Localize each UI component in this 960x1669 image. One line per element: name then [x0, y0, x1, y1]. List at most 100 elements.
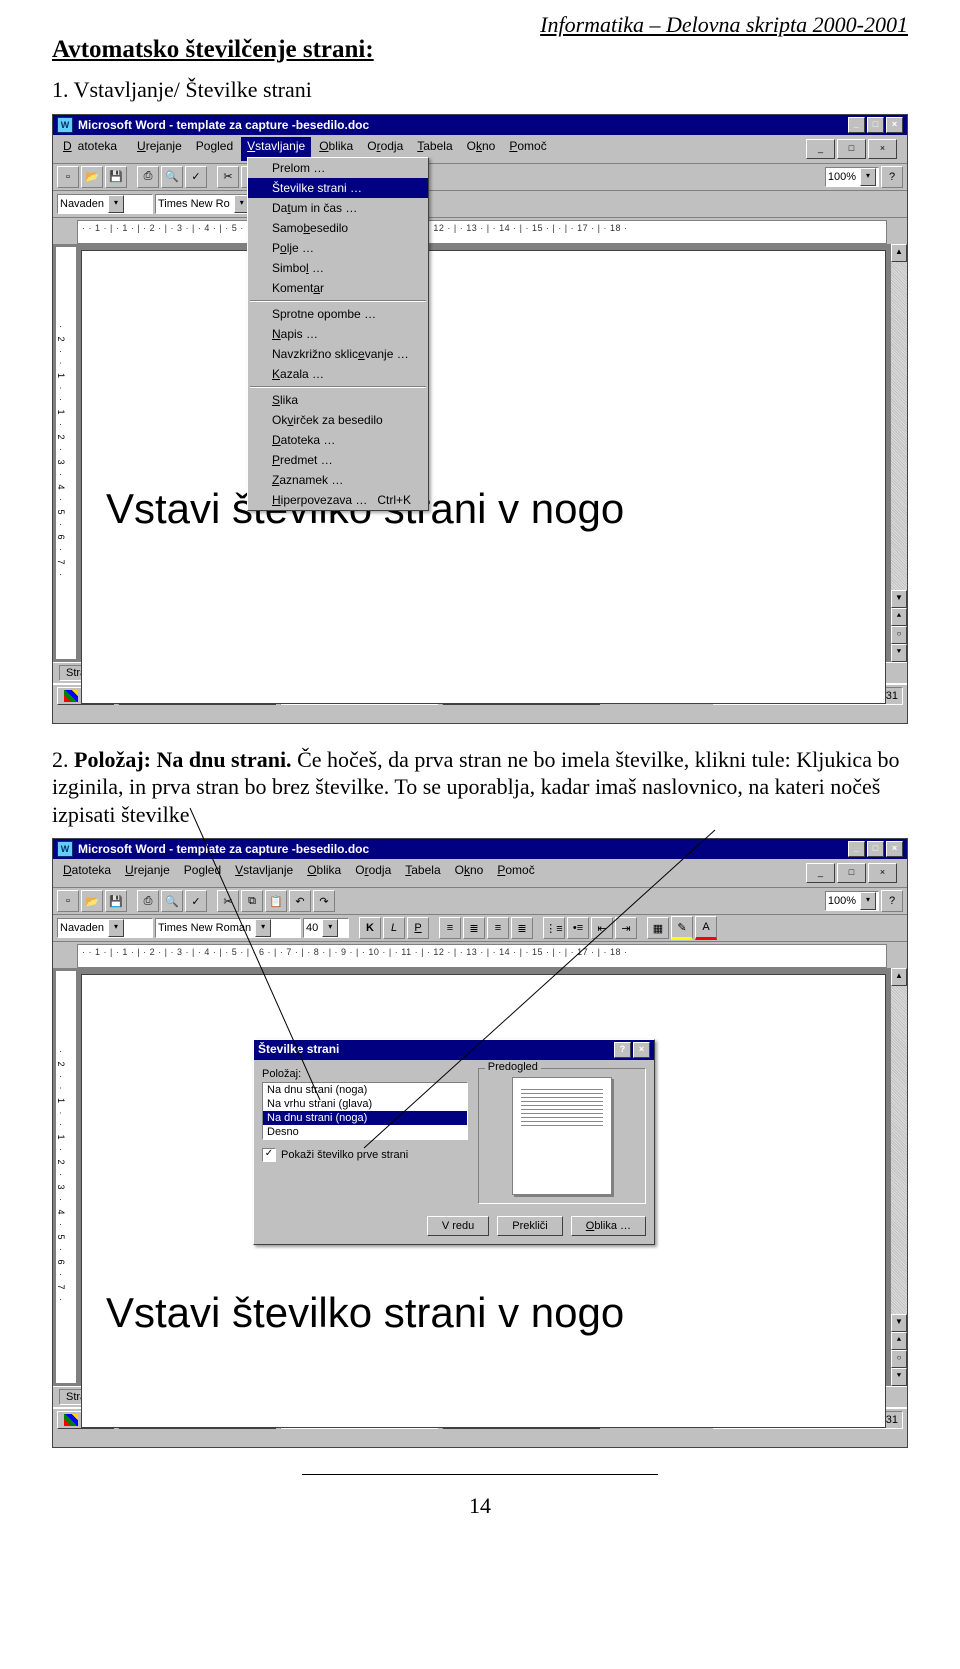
- nextpage-icon[interactable]: ⯆: [891, 644, 907, 662]
- list-item[interactable]: Na vrhu strani (glava): [263, 1097, 467, 1111]
- doc-minimize-button[interactable]: _: [806, 139, 835, 159]
- checkbox-first-page[interactable]: ✓ Pokaži številko prve strani: [262, 1148, 468, 1162]
- browse-icon[interactable]: ○: [891, 1350, 907, 1368]
- highlight-icon[interactable]: ✎: [671, 916, 693, 940]
- zoom-combo[interactable]: 100%▾: [825, 167, 879, 187]
- copy-icon[interactable]: ⧉: [241, 890, 263, 912]
- mi-predmet[interactable]: Predmet …: [248, 450, 428, 470]
- minimize-button[interactable]: _: [848, 841, 865, 857]
- close-button[interactable]: ×: [886, 841, 903, 857]
- menu-pomoc[interactable]: Pomoč: [503, 137, 552, 161]
- italic-icon[interactable]: L: [383, 917, 405, 939]
- save-icon[interactable]: 💾: [105, 166, 127, 188]
- dialog-help-button[interactable]: ?: [614, 1042, 631, 1058]
- list-item-selected[interactable]: Na dnu strani (noga): [263, 1111, 467, 1125]
- maximize-button[interactable]: □: [867, 841, 884, 857]
- mi-sprotne[interactable]: Sprotne opombe …: [248, 304, 428, 324]
- menu-orodja[interactable]: Orodja: [349, 861, 397, 885]
- nextpage-icon[interactable]: ⯆: [891, 1368, 907, 1386]
- borders-icon[interactable]: ▦: [647, 917, 669, 939]
- mi-slika[interactable]: Slika: [248, 390, 428, 410]
- doc-close-button[interactable]: ×: [868, 139, 897, 159]
- scroll-down-icon[interactable]: ▼: [891, 590, 907, 608]
- menu-vstavljanje[interactable]: Vstavljanje: [229, 861, 299, 885]
- mi-napis[interactable]: Napis …: [248, 324, 428, 344]
- cut-icon[interactable]: ✂: [217, 166, 239, 188]
- cut-icon[interactable]: ✂: [217, 890, 239, 912]
- list-item[interactable]: Na dnu strani (noga): [263, 1083, 467, 1097]
- preview-icon[interactable]: 🔍: [161, 166, 183, 188]
- vertical-scrollbar[interactable]: ▲ ▼ ⯅ ○ ⯆: [890, 244, 907, 662]
- dialog-close-button[interactable]: ×: [633, 1042, 650, 1058]
- mi-kazala[interactable]: Kazala …: [248, 364, 428, 384]
- paste-icon[interactable]: 📋: [265, 890, 287, 912]
- menu-urejanje[interactable]: Urejanje: [119, 861, 176, 885]
- align-right-icon[interactable]: ≡: [487, 917, 509, 939]
- align-left-icon[interactable]: ≡: [439, 917, 461, 939]
- mi-okvircek[interactable]: Okvirček za besedilo: [248, 410, 428, 430]
- ok-button[interactable]: V redu: [427, 1216, 489, 1236]
- help-icon[interactable]: ?: [881, 890, 903, 912]
- menu-okno[interactable]: Okno: [449, 861, 490, 885]
- menu-datoteka[interactable]: Datoteka: [57, 861, 117, 885]
- print-icon[interactable]: ⎙: [137, 166, 159, 188]
- align-justify-icon[interactable]: ≣: [511, 917, 533, 939]
- format-button[interactable]: Oblika …: [571, 1216, 646, 1236]
- menu-tabela[interactable]: Tabela: [399, 861, 446, 885]
- scroll-up-icon[interactable]: ▲: [891, 968, 907, 986]
- numbering-icon[interactable]: ⋮≡: [543, 917, 565, 939]
- scroll-down-icon[interactable]: ▼: [891, 1314, 907, 1332]
- mi-simbol[interactable]: Simbol …: [248, 258, 428, 278]
- menu-datoteka[interactable]: Datoteka: [57, 137, 129, 161]
- fontcolor-icon[interactable]: A: [695, 916, 717, 940]
- outdent-icon[interactable]: ⇤: [591, 917, 613, 939]
- prevpage-icon[interactable]: ⯅: [891, 1332, 907, 1350]
- preview-icon[interactable]: 🔍: [161, 890, 183, 912]
- menu-oblika[interactable]: Oblika: [301, 861, 347, 885]
- mi-stevilke-strani[interactable]: Številke strani …: [248, 178, 428, 198]
- zoom-combo[interactable]: 100%▾: [825, 891, 879, 911]
- indent-icon[interactable]: ⇥: [615, 917, 637, 939]
- spellcheck-icon[interactable]: ✓: [185, 166, 207, 188]
- style-combo[interactable]: Navaden▾: [57, 194, 153, 214]
- mi-polje[interactable]: Polje …: [248, 238, 428, 258]
- print-icon[interactable]: ⎙: [137, 890, 159, 912]
- fontsize-combo[interactable]: 40▾: [303, 918, 349, 938]
- style-combo[interactable]: Navaden▾: [57, 918, 153, 938]
- bold-icon[interactable]: K: [359, 917, 381, 939]
- doc-maximize-button[interactable]: □: [837, 863, 866, 883]
- font-combo[interactable]: Times New Roman▾: [155, 918, 301, 938]
- list-item[interactable]: Desno: [263, 1125, 467, 1139]
- underline-icon[interactable]: P: [407, 917, 429, 939]
- close-button[interactable]: ×: [886, 117, 903, 133]
- help-icon[interactable]: ?: [881, 166, 903, 188]
- menu-okno[interactable]: Okno: [461, 137, 502, 161]
- new-doc-icon[interactable]: ▫: [57, 890, 79, 912]
- prevpage-icon[interactable]: ⯅: [891, 608, 907, 626]
- mi-datum[interactable]: Datum in čas …: [248, 198, 428, 218]
- maximize-button[interactable]: □: [867, 117, 884, 133]
- doc-close-button[interactable]: ×: [868, 863, 897, 883]
- browse-icon[interactable]: ○: [891, 626, 907, 644]
- menu-pogled[interactable]: Pogled: [178, 861, 227, 885]
- mi-prelom[interactable]: Prelom …: [248, 158, 428, 178]
- save-icon[interactable]: 💾: [105, 890, 127, 912]
- align-center-icon[interactable]: ≣: [463, 917, 485, 939]
- cancel-button[interactable]: Prekliči: [497, 1216, 562, 1236]
- open-icon[interactable]: 📂: [81, 166, 103, 188]
- open-icon[interactable]: 📂: [81, 890, 103, 912]
- doc-minimize-button[interactable]: _: [806, 863, 835, 883]
- mi-komentar[interactable]: Komentar: [248, 278, 428, 298]
- vertical-scrollbar[interactable]: ▲ ▼ ⯅ ○ ⯆: [890, 968, 907, 1386]
- scroll-up-icon[interactable]: ▲: [891, 244, 907, 262]
- new-doc-icon[interactable]: ▫: [57, 166, 79, 188]
- menu-urejanje[interactable]: Urejanje: [131, 137, 188, 161]
- mi-samobesedilo[interactable]: Samobesedilo: [248, 218, 428, 238]
- mi-datoteka[interactable]: Datoteka …: [248, 430, 428, 450]
- polozaj-listbox[interactable]: Na dnu strani (noga) Na vrhu strani (gla…: [262, 1082, 468, 1140]
- redo-icon[interactable]: ↷: [313, 890, 335, 912]
- mi-navzkrizno[interactable]: Navzkrižno sklicevanje …: [248, 344, 428, 364]
- checkbox-icon[interactable]: ✓: [262, 1148, 276, 1162]
- bullets-icon[interactable]: •≡: [567, 917, 589, 939]
- menu-pomoc[interactable]: Pomoč: [491, 861, 540, 885]
